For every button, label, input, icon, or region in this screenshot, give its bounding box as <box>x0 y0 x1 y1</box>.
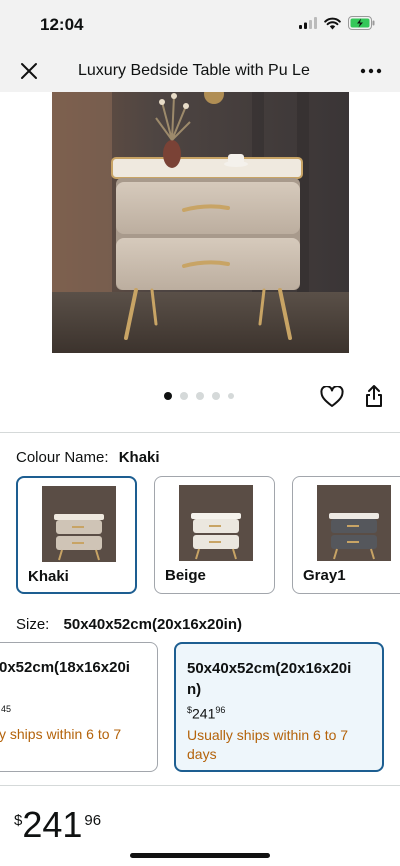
main-price: $ 241 96 <box>14 806 101 844</box>
colour-selected-value: Khaki <box>118 449 160 466</box>
colour-option-khaki[interactable]: Khaki <box>16 476 137 594</box>
size-row: Size: 50x40x52cm(20x16x20in) <box>16 616 242 633</box>
size-option-name: 0x52cm(18x16x20i <box>0 659 130 676</box>
khaki-thumbnail <box>42 486 116 562</box>
size-option-shipping-line1: Usually ships within 6 to 7 <box>187 727 349 743</box>
size-option-shipping-line2: days <box>187 746 217 762</box>
beige-thumbnail <box>179 485 253 561</box>
pager-dot[interactable] <box>228 393 234 399</box>
swatch-label: Gray1 <box>303 567 346 584</box>
divider <box>0 432 400 433</box>
cellular-signal-icon <box>299 17 317 29</box>
battery-charging-icon <box>348 16 375 30</box>
size-option-card[interactable]: 0x52cm(18x16x20i 45 y ships within 6 to … <box>0 642 158 772</box>
home-indicator[interactable] <box>130 853 270 858</box>
wifi-icon <box>324 17 341 29</box>
status-icons <box>299 16 376 30</box>
image-pager[interactable] <box>164 392 234 400</box>
colour-name-row: Colour Name: Khaki <box>16 449 160 466</box>
status-bar: 12:04 <box>0 0 400 50</box>
size-option-name-line2: n) <box>187 681 202 698</box>
size-option-price: $24196 <box>187 705 225 722</box>
size-label: Size: <box>16 616 50 633</box>
size-option-shipping: y ships within 6 to 7 <box>0 726 122 742</box>
pager-dot[interactable] <box>196 392 204 400</box>
price-fraction: 96 <box>215 705 226 715</box>
status-time: 12:04 <box>40 15 84 34</box>
pager-dot[interactable] <box>212 392 220 400</box>
close-icon[interactable] <box>18 60 40 82</box>
price-whole: 241 <box>22 804 83 845</box>
colour-option-beige[interactable]: Beige <box>154 476 275 594</box>
swatch-label: Beige <box>165 567 206 584</box>
gray1-thumbnail <box>317 485 391 561</box>
colour-label: Colour Name: <box>16 449 109 466</box>
share-icon[interactable] <box>363 384 385 408</box>
colour-option-gray1[interactable]: Gray1 <box>292 476 400 594</box>
product-image[interactable] <box>52 92 349 353</box>
swatch-label: Khaki <box>28 568 69 585</box>
more-options-icon[interactable] <box>358 60 384 82</box>
price-symbol: $ <box>14 812 23 829</box>
price-whole: 241 <box>192 705 216 722</box>
pager-dot[interactable] <box>164 392 172 400</box>
nav-bar: Luxury Bedside Table with Pu Le <box>0 50 400 92</box>
size-selected-value: 50x40x52cm(20x16x20in) <box>63 616 243 633</box>
pager-dot[interactable] <box>180 392 188 400</box>
size-option-price: 45 <box>1 704 12 714</box>
size-option-card-selected[interactable]: 50x40x52cm(20x16x20i n) $24196 Usually s… <box>174 642 384 772</box>
size-option-name-line1: 50x40x52cm(20x16x20i <box>187 660 352 677</box>
divider <box>0 785 400 786</box>
price-fraction: 96 <box>84 812 102 829</box>
page-title: Luxury Bedside Table with Pu Le <box>78 62 310 79</box>
heart-icon[interactable] <box>320 386 344 408</box>
